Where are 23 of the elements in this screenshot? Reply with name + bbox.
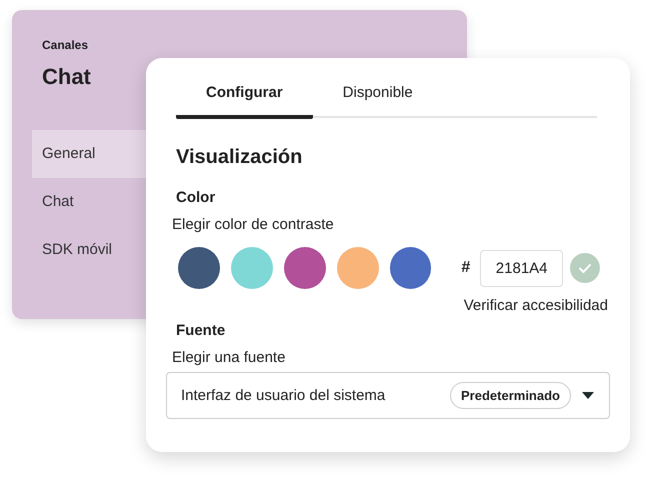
field-label: Fuente — [176, 322, 226, 339]
panel-title: Chat — [42, 64, 92, 90]
section-label: Canales — [42, 38, 90, 52]
hash-label: # — [461, 259, 470, 277]
font-select[interactable]: Interfaz de usuario del sistema Predeterminado — [166, 372, 610, 419]
accessibility-link[interactable]: Verificar accesibilidad — [464, 297, 608, 314]
section-heading: Visualización — [176, 146, 304, 169]
tab[interactable]: Configurar — [176, 80, 313, 119]
color-swatch[interactable] — [336, 247, 378, 289]
field-hint: Elegir una fuente — [172, 349, 286, 366]
color-swatch[interactable] — [230, 247, 273, 289]
field-label: Color — [176, 189, 216, 206]
nav-item[interactable]: General — [32, 130, 146, 178]
color-swatch[interactable] — [284, 247, 326, 289]
nav-item[interactable]: SDK móvil — [32, 226, 146, 274]
hex-input[interactable]: 2181A4 — [480, 250, 564, 286]
caret-icon — [581, 391, 595, 400]
color-swatch[interactable] — [178, 247, 220, 289]
color-swatch[interactable] — [390, 247, 432, 289]
field-hint: Elegir color de contraste — [172, 216, 335, 233]
tab[interactable]: Disponible — [312, 80, 443, 119]
default-tag: Predeterminado — [450, 382, 571, 409]
nav-item[interactable]: Chat — [32, 178, 146, 226]
